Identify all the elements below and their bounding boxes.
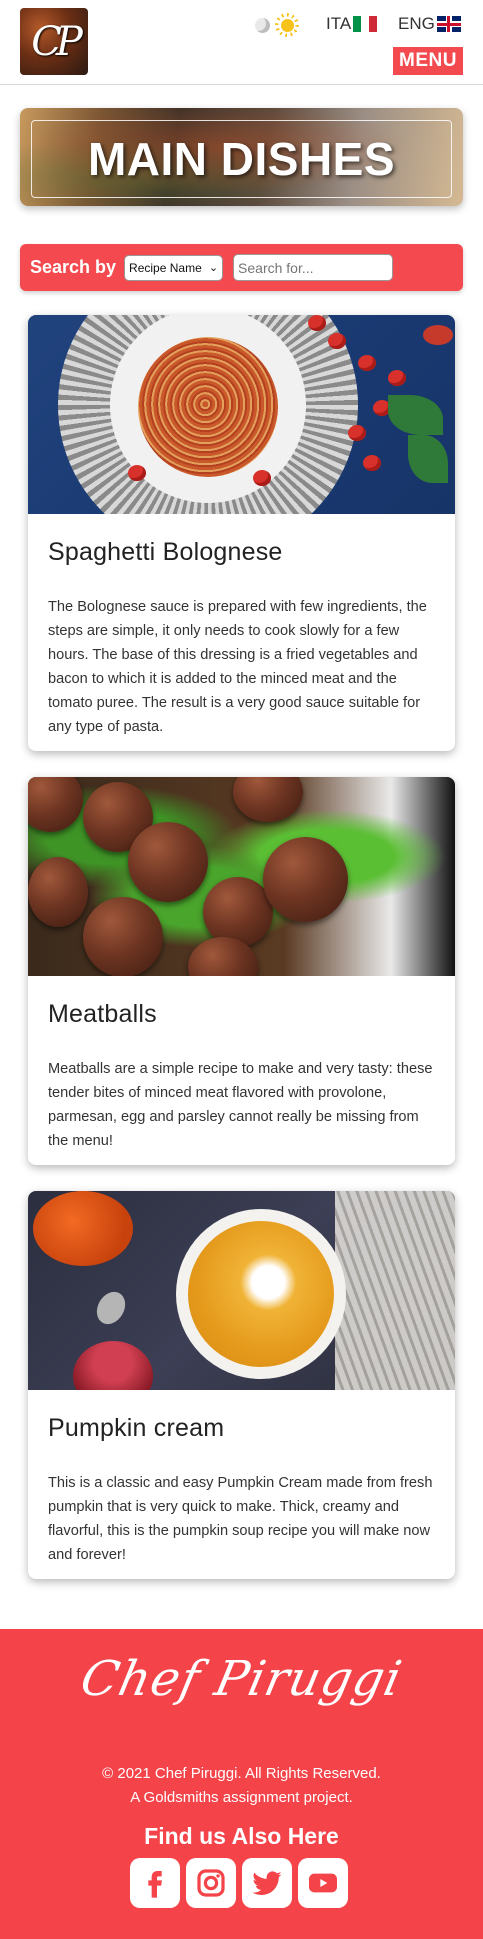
search-bar: Search by Recipe Name ⌄	[20, 244, 463, 291]
italy-flag-icon	[353, 16, 378, 32]
recipe-description: Meatballs are a simple recipe to make an…	[48, 1061, 433, 1149]
project-line: A Goldsmiths assignment project.	[130, 1789, 353, 1806]
uk-flag-icon	[436, 16, 461, 32]
twitter-icon	[252, 1871, 282, 1896]
hero-frame: MAIN DISHES	[31, 120, 452, 198]
copyright-text: © 2021 Chef Piruggi. All Rights Reserved…	[0, 1762, 483, 1810]
site-footer: Chef Piruggi © 2021 Chef Piruggi. All Ri…	[0, 1629, 483, 1939]
youtube-link[interactable]	[298, 1858, 348, 1908]
language-ita-link[interactable]: ITA	[326, 14, 378, 34]
hero-banner: MAIN DISHES	[20, 108, 463, 206]
footer-signature-logo: Chef Piruggi	[75, 1651, 408, 1707]
menu-button[interactable]: MENU	[393, 47, 463, 75]
site-header: CP ITA ENG MENU	[0, 0, 483, 85]
youtube-icon	[309, 1873, 337, 1893]
recipe-title[interactable]: Meatballs	[28, 976, 455, 1029]
recipe-card[interactable]: Meatballs Meatballs are a simple recipe …	[28, 777, 455, 1165]
page-title: MAIN DISHES	[87, 133, 396, 185]
language-eng-label: ENG	[398, 14, 435, 33]
recipe-image-pumpkin[interactable]	[28, 1191, 455, 1390]
recipe-description: This is a classic and easy Pumpkin Cream…	[48, 1475, 433, 1563]
find-us-heading: Find us Also Here	[144, 1823, 339, 1849]
recipe-image-meatballs[interactable]	[28, 777, 455, 976]
copyright-line: © 2021 Chef Piruggi. All Rights Reserved…	[102, 1765, 381, 1782]
search-label: Search by	[30, 257, 117, 277]
recipe-image-spaghetti[interactable]	[28, 315, 455, 514]
theme-toggle[interactable]	[255, 12, 300, 38]
recipe-card[interactable]: Pumpkin cream This is a classic and easy…	[28, 1191, 455, 1579]
logo-text: CP	[31, 18, 82, 65]
search-input[interactable]	[233, 254, 394, 281]
facebook-link[interactable]	[130, 1858, 180, 1908]
facebook-icon	[148, 1871, 162, 1898]
search-type-select[interactable]: Recipe Name ⌄	[124, 254, 224, 281]
twitter-link[interactable]	[242, 1858, 292, 1908]
recipe-title[interactable]: Spaghetti Bolognese	[28, 514, 455, 567]
language-eng-link[interactable]: ENG	[398, 14, 461, 34]
instagram-link[interactable]	[186, 1858, 236, 1908]
language-ita-label: ITA	[326, 14, 352, 33]
social-links	[130, 1858, 348, 1908]
moon-icon[interactable]	[255, 17, 270, 33]
search-type-value: Recipe Name	[129, 260, 202, 275]
instagram-icon	[197, 1869, 225, 1897]
site-logo[interactable]: CP	[20, 8, 88, 75]
chevron-down-icon: ⌄	[208, 261, 219, 274]
recipe-description: The Bolognese sauce is prepared with few…	[48, 599, 427, 735]
recipe-card[interactable]: Spaghetti Bolognese The Bolognese sauce …	[28, 315, 455, 751]
recipe-title[interactable]: Pumpkin cream	[28, 1390, 455, 1443]
sun-icon[interactable]	[274, 12, 300, 38]
